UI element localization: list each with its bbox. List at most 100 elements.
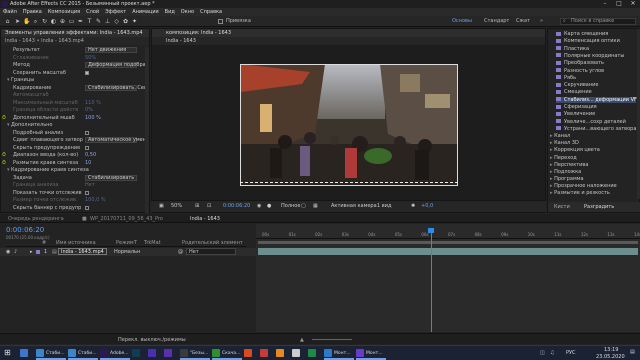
stopwatch-icon[interactable] <box>2 93 6 97</box>
maximize-button[interactable]: □ <box>612 0 626 8</box>
fast-preview-icon[interactable]: ▣ <box>159 203 164 209</box>
effect-property-checkbox[interactable] <box>85 190 89 195</box>
stopwatch-icon[interactable] <box>2 71 6 75</box>
tab-timeline-india[interactable]: India - 1643 <box>190 216 220 222</box>
effect-category[interactable]: ▸ Коррекция цвета <box>550 147 600 153</box>
effect-property-row[interactable]: ⏱ Диапазон ввода (кол-во) 0,50 <box>1 152 145 158</box>
snap-checkbox[interactable] <box>218 19 223 24</box>
taskbar-app[interactable]: Стаби... <box>36 347 66 360</box>
composition-viewer[interactable] <box>240 64 458 186</box>
stopwatch-icon[interactable]: ⏱ <box>2 153 6 158</box>
zoom-selector[interactable]: 50% <box>171 203 182 209</box>
effect-property-row[interactable]: ▾ Границы <box>1 77 145 83</box>
clock-date[interactable]: 23.05.2020 <box>596 354 625 360</box>
network-icon[interactable]: ◫ <box>540 350 545 356</box>
mask-icon[interactable]: ⊡ <box>207 203 211 209</box>
taskbar-app[interactable] <box>132 347 146 360</box>
brush-tool-icon[interactable]: ✎ <box>95 18 102 25</box>
effect-property-value[interactable]: 0,50 <box>85 152 96 158</box>
composition-tab[interactable]: композиция: India - 1643 <box>152 29 545 37</box>
taskbar-app[interactable]: Монт... <box>324 347 354 360</box>
taskbar-app[interactable] <box>244 347 258 360</box>
effect-category[interactable]: ▸ Размытие и резкость <box>550 190 610 196</box>
effect-list-item[interactable]: Смещение <box>556 89 636 95</box>
effect-property-row[interactable]: Подробный анализ <box>1 130 145 136</box>
stopwatch-icon[interactable] <box>2 86 6 90</box>
effect-category[interactable]: ▸ Программа <box>550 176 584 182</box>
roto-brush-icon[interactable]: ✿ <box>122 18 129 25</box>
taskbar-app[interactable] <box>260 347 274 360</box>
parent-selector[interactable]: Нет <box>186 248 236 255</box>
effect-property-row[interactable]: Граница анализа Нет <box>1 182 145 188</box>
region-of-interest-icon[interactable]: ▢ <box>301 203 306 209</box>
expand-layer-icon[interactable]: ▸ <box>30 249 33 255</box>
effect-category[interactable]: ▸ Перспектива <box>550 162 588 168</box>
effect-list-item[interactable]: Стабилиз... деформации VFX <box>556 96 640 103</box>
close-button[interactable]: ✕ <box>626 0 640 8</box>
effect-property-value[interactable]: 100 % <box>85 115 101 121</box>
exposure-value[interactable]: +0,0 <box>421 203 433 209</box>
effect-list-item[interactable]: Пластика <box>556 46 636 52</box>
color-channel-icon[interactable]: ● <box>267 203 271 209</box>
effect-list-item[interactable]: Рябь <box>556 75 636 81</box>
work-area-bar[interactable] <box>258 241 638 244</box>
effect-property-dropdown[interactable]: Деформация подобраст <box>85 62 145 68</box>
stopwatch-icon[interactable] <box>2 191 6 195</box>
zoom-tool-icon[interactable]: ⌕ <box>32 18 39 25</box>
menu-item-6[interactable]: Вид <box>162 8 178 16</box>
timeline-timecode[interactable]: 0:00:06:20 <box>6 226 44 234</box>
menu-item-7[interactable]: Окно <box>178 8 197 16</box>
effect-property-row[interactable]: ⏱ Размытие краев синтеза 10 <box>1 160 145 166</box>
effect-property-row[interactable]: Граница области действ 0% <box>1 107 145 113</box>
tab-align[interactable]: Разградить <box>584 204 614 210</box>
layer-row[interactable]: ◉ ♪ ▸ 1 ▤ India - 1643.mp4 Нормальн @ Не… <box>0 248 256 256</box>
effect-list-item[interactable]: Карта смещения <box>556 31 636 37</box>
taskbar-app[interactable] <box>164 347 178 360</box>
menu-item-5[interactable]: Анимация <box>129 8 161 16</box>
stopwatch-icon[interactable] <box>2 48 6 52</box>
effect-list-item[interactable]: Разность углов <box>556 68 636 74</box>
effect-list-item[interactable]: Увеличение <box>556 111 636 117</box>
menu-item-1[interactable]: Правка <box>20 8 45 16</box>
expand-arrow-icon[interactable]: ▾ <box>7 122 10 128</box>
effect-category[interactable]: ▸ Подложка <box>550 169 581 175</box>
taskbar-app[interactable]: Скача... <box>212 347 242 360</box>
snapshot-icon[interactable]: ◉ <box>257 203 261 209</box>
stopwatch-icon[interactable] <box>2 168 6 172</box>
effect-property-row[interactable]: ▾ Дополнительно <box>1 122 145 128</box>
effect-property-row[interactable]: Автомасштаб <box>1 92 145 98</box>
stopwatch-icon[interactable] <box>2 206 6 210</box>
views-selector[interactable]: 1 вид <box>377 203 391 209</box>
camera-tool-icon[interactable]: ◐ <box>50 18 57 25</box>
taskbar-app[interactable]: "Безы... <box>180 347 210 360</box>
taskbar-app[interactable] <box>292 347 306 360</box>
stamp-tool-icon[interactable]: ⊥ <box>104 18 111 25</box>
effect-property-checkbox[interactable] <box>85 145 89 150</box>
effect-list-item[interactable]: Скручивание <box>556 82 636 88</box>
workspace-standard[interactable]: Стандарт <box>484 16 509 27</box>
effect-property-value[interactable]: 50% <box>85 55 96 61</box>
windows-start-icon[interactable]: ⊞ <box>4 348 11 357</box>
timeline-zoom-slider[interactable] <box>312 339 352 340</box>
effect-property-row[interactable]: ▾ Кадрирование краев синтеза <box>1 167 145 173</box>
effect-property-row[interactable]: Результат Нет движения <box>1 47 145 53</box>
effect-property-row[interactable]: Максимальный масштаб 110 % <box>1 100 145 106</box>
mask-tool-icon[interactable]: ▭ <box>68 18 75 25</box>
stopwatch-icon[interactable] <box>2 101 6 105</box>
time-ruler[interactable]: 00s 01s 02s 03s 04s 05s 06s 07s 08s 09s 10s 11s 12s 1… <box>256 230 640 239</box>
visibility-eye-icon[interactable]: ◉ <box>6 249 10 255</box>
stopwatch-icon[interactable] <box>2 176 6 180</box>
stopwatch-icon[interactable] <box>2 131 6 135</box>
effect-property-checkbox[interactable] <box>85 205 89 210</box>
effect-property-row[interactable]: Кадрирование Стабилизировать, Сен <box>1 84 145 91</box>
taskbar-app[interactable] <box>308 347 322 360</box>
effect-property-row[interactable]: Задача Стабилизировать <box>1 174 145 181</box>
effect-category[interactable]: ▸ Прозрачное наложение <box>550 183 617 189</box>
workspace-compact[interactable]: Сжат <box>516 16 530 27</box>
notifications-icon[interactable]: ▤ <box>630 349 635 355</box>
effect-list-item[interactable]: Сферизация <box>556 104 636 110</box>
taskbar-app[interactable] <box>20 347 34 360</box>
selection-tool-icon[interactable]: ➤ <box>14 18 21 25</box>
stopwatch-icon[interactable] <box>2 78 6 82</box>
current-time-readout[interactable]: 0:00:06:20 <box>223 203 250 209</box>
